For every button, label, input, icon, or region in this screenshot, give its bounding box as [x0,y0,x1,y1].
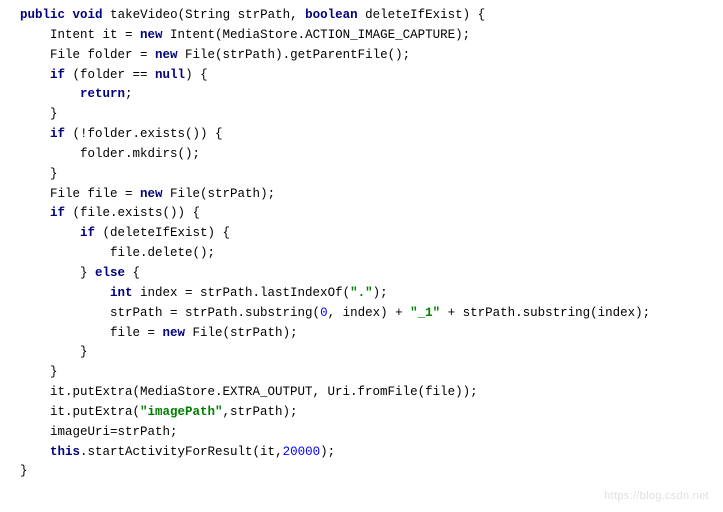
keyword-if: if [50,68,65,82]
keyword-new: new [140,187,163,201]
code-line: public void takeVideo(String strPath, bo… [20,8,485,22]
keyword-this: this [50,445,80,459]
string-literal: "." [350,286,373,300]
code-line: file.delete(); [20,246,215,260]
keyword-return: return [80,87,125,101]
code-line: } else { [20,266,140,280]
keyword-boolean: boolean [305,8,358,22]
code-block: public void takeVideo(String strPath, bo… [0,0,723,488]
code-line: } [20,365,58,379]
number-literal: 20000 [283,445,321,459]
keyword-if: if [80,226,95,240]
code-line: } [20,464,28,478]
keyword-int: int [110,286,133,300]
code-line: File folder = new File(strPath).getParen… [20,48,410,62]
code-line: if (file.exists()) { [20,206,200,220]
string-literal: "_1" [410,306,440,320]
method-name: takeVideo [110,8,178,22]
keyword-public: public [20,8,65,22]
code-line: return; [20,87,133,101]
keyword-new: new [155,48,178,62]
keyword-else: else [95,266,125,280]
number-literal: 0 [320,306,328,320]
code-line: int index = strPath.lastIndexOf("."); [20,286,388,300]
code-line: it.putExtra(MediaStore.EXTRA_OUTPUT, Uri… [20,385,478,399]
code-line: } [20,167,58,181]
keyword-void: void [73,8,103,22]
string-literal: "imagePath" [140,405,223,419]
code-line: } [20,107,58,121]
keyword-new: new [163,326,186,340]
code-line: File file = new File(strPath); [20,187,275,201]
code-line: folder.mkdirs(); [20,147,200,161]
keyword-null: null [155,68,185,82]
code-line: Intent it = new Intent(MediaStore.ACTION… [20,28,470,42]
keyword-if: if [50,127,65,141]
keyword-if: if [50,206,65,220]
code-line: strPath = strPath.substring(0, index) + … [20,306,650,320]
code-line: } [20,345,88,359]
code-line: it.putExtra("imagePath",strPath); [20,405,298,419]
keyword-new: new [140,28,163,42]
code-line: if (!folder.exists()) { [20,127,223,141]
code-line: if (folder == null) { [20,68,208,82]
code-line: imageUri=strPath; [20,425,178,439]
code-line: this.startActivityForResult(it,20000); [20,445,335,459]
watermark-text: https://blog.csdn.net [604,490,709,502]
code-line: file = new File(strPath); [20,326,298,340]
code-line: if (deleteIfExist) { [20,226,230,240]
